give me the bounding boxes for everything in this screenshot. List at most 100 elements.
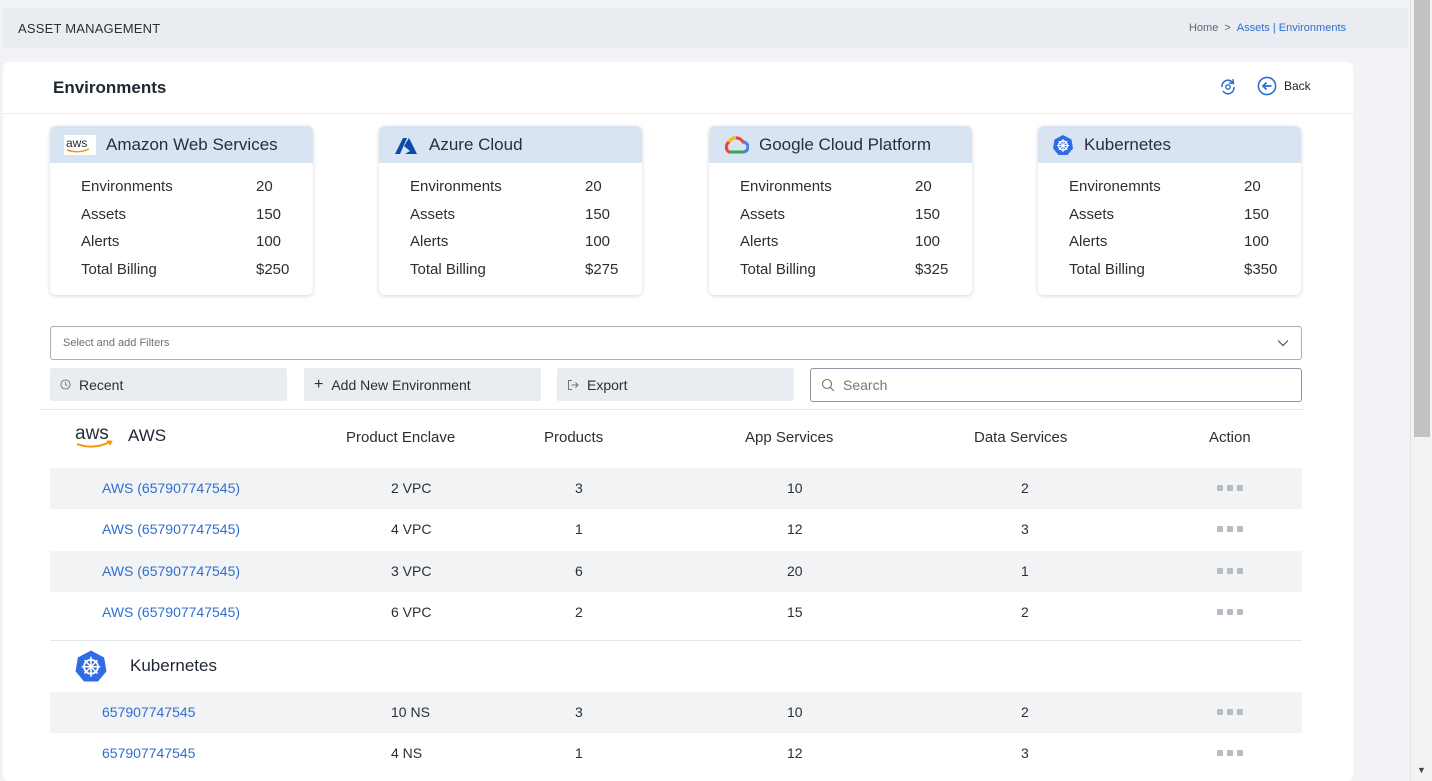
provider-card-header: aws Amazon Web Services xyxy=(50,126,313,163)
chevron-down-icon[interactable] xyxy=(1277,339,1289,347)
scrollbar-thumb[interactable] xyxy=(1414,0,1430,437)
stat-label: Total Billing xyxy=(740,261,816,279)
scroll-down-arrow-icon[interactable]: ▼ xyxy=(1417,765,1426,775)
stat-value: 20 xyxy=(256,178,273,196)
column-header-products[interactable]: Products xyxy=(544,429,603,446)
filter-placeholder: Select and add Filters xyxy=(63,337,170,349)
breadcrumb-current: Assets | Environments xyxy=(1236,22,1346,34)
provider-card-aws[interactable]: aws Amazon Web Services Environments 20 A… xyxy=(50,126,313,295)
app-title: ASSET MANAGEMENT xyxy=(18,20,161,36)
environment-link[interactable]: AWS (657907747545) xyxy=(102,604,240,620)
table-row: AWS (657907747545) 6 VPC 2 15 2 xyxy=(50,592,1302,633)
row-actions-menu-icon[interactable] xyxy=(1217,609,1243,615)
stat-value: 20 xyxy=(915,178,932,196)
filter-select[interactable]: Select and add Filters xyxy=(50,326,1302,360)
row-actions-menu-icon[interactable] xyxy=(1217,709,1243,715)
cell-product-enclave: 3 VPC xyxy=(391,563,432,579)
provider-card-header: Azure Cloud xyxy=(379,126,642,163)
stat-value: $325 xyxy=(915,261,949,279)
stat-value: 150 xyxy=(915,205,941,223)
provider-card-azure[interactable]: Azure Cloud Environments 20 Assets 150 Ale… xyxy=(379,126,642,295)
refresh-icon[interactable] xyxy=(1218,77,1238,97)
cell-products: 6 xyxy=(575,563,583,579)
svg-text:aws: aws xyxy=(75,423,109,444)
cell-product-enclave: 6 VPC xyxy=(391,604,432,620)
stat-label: Alerts xyxy=(1069,233,1108,251)
stat-value: 100 xyxy=(1244,233,1270,251)
stat-label: Assets xyxy=(1069,205,1115,223)
environment-link[interactable]: AWS (657907747545) xyxy=(102,480,240,496)
stat-label: Assets xyxy=(410,205,456,223)
plus-icon: + xyxy=(314,375,324,393)
cell-app-services: 10 xyxy=(787,480,803,496)
stat-label: Assets xyxy=(740,205,786,223)
stat-value: 20 xyxy=(1244,178,1261,196)
add-environment-label: Add New Environment xyxy=(331,376,471,393)
cell-products: 3 xyxy=(575,480,583,496)
breadcrumb-home[interactable]: Home xyxy=(1189,22,1218,34)
export-icon xyxy=(568,379,579,390)
back-label: Back xyxy=(1284,79,1311,93)
back-button[interactable]: Back xyxy=(1257,76,1311,96)
stat-value: 100 xyxy=(256,233,282,251)
cell-data-services: 2 xyxy=(1021,480,1029,496)
cell-products: 1 xyxy=(575,521,583,537)
row-actions-menu-icon[interactable] xyxy=(1217,568,1243,574)
stat-label: Environments xyxy=(740,178,832,196)
kubernetes-icon xyxy=(1053,134,1073,155)
back-arrow-icon xyxy=(1257,76,1277,96)
breadcrumb-separator: > xyxy=(1224,22,1231,34)
aws-icon: aws xyxy=(75,423,113,448)
row-actions-menu-icon[interactable] xyxy=(1217,485,1243,491)
provider-card-kubernetes[interactable]: Kubernetes Environemnts 20 Assets 150 Aler… xyxy=(1038,126,1301,295)
column-header-product-enclave[interactable]: Product Enclave xyxy=(346,429,455,446)
cell-products: 2 xyxy=(575,604,583,620)
cell-data-services: 3 xyxy=(1021,521,1029,537)
page-title: Environments xyxy=(53,78,167,97)
recent-button[interactable]: Recent xyxy=(50,368,287,401)
column-header-app-services[interactable]: App Services xyxy=(745,429,833,446)
group-name: Kubernetes xyxy=(130,656,217,675)
stat-value: $250 xyxy=(256,261,290,279)
cell-data-services: 2 xyxy=(1021,604,1029,620)
cell-app-services: 10 xyxy=(787,704,803,720)
provider-name: Amazon Web Services xyxy=(106,134,278,154)
search-input[interactable] xyxy=(843,377,1283,393)
row-actions-menu-icon[interactable] xyxy=(1217,750,1243,756)
provider-card-gcp[interactable]: Google Cloud Platform Environments 20 Ass… xyxy=(709,126,972,295)
stat-label: Total Billing xyxy=(1069,261,1145,279)
gcp-icon xyxy=(724,135,749,153)
cell-app-services: 20 xyxy=(787,563,803,579)
stat-value: 150 xyxy=(256,205,282,223)
cell-app-services: 12 xyxy=(787,745,803,761)
cell-products: 3 xyxy=(575,704,583,720)
stat-label: Environments xyxy=(81,178,173,196)
stat-value: $275 xyxy=(585,261,619,279)
environment-link[interactable]: AWS (657907747545) xyxy=(102,521,240,537)
environment-link[interactable]: 657907747545 xyxy=(102,745,195,761)
vertical-scrollbar[interactable]: ▼ xyxy=(1410,0,1432,781)
table-row: 657907747545 4 NS 1 12 3 xyxy=(50,733,1302,774)
add-environment-button[interactable]: + Add New Environment xyxy=(304,368,541,401)
stat-label: Total Billing xyxy=(410,261,486,279)
environment-link[interactable]: AWS (657907747545) xyxy=(102,563,240,579)
stat-value: 20 xyxy=(585,178,602,196)
provider-card-header: Kubernetes xyxy=(1038,126,1301,163)
cell-app-services: 15 xyxy=(787,604,803,620)
recent-label: Recent xyxy=(79,376,124,393)
export-button[interactable]: Export xyxy=(557,368,794,401)
cell-products: 1 xyxy=(575,745,583,761)
column-header-action: Action xyxy=(1209,429,1251,446)
row-actions-menu-icon[interactable] xyxy=(1217,526,1243,532)
cell-data-services: 2 xyxy=(1021,704,1029,720)
provider-name: Kubernetes xyxy=(1084,134,1171,154)
column-header-data-services[interactable]: Data Services xyxy=(974,429,1067,446)
table-row: AWS (657907747545) 3 VPC 6 20 1 xyxy=(50,551,1302,592)
stat-label: Alerts xyxy=(81,233,120,251)
cell-data-services: 1 xyxy=(1021,563,1029,579)
search-icon xyxy=(821,378,835,392)
stat-label: Assets xyxy=(81,205,127,223)
stat-value: 150 xyxy=(585,205,611,223)
environment-link[interactable]: 657907747545 xyxy=(102,704,195,720)
search-box[interactable] xyxy=(810,368,1302,402)
